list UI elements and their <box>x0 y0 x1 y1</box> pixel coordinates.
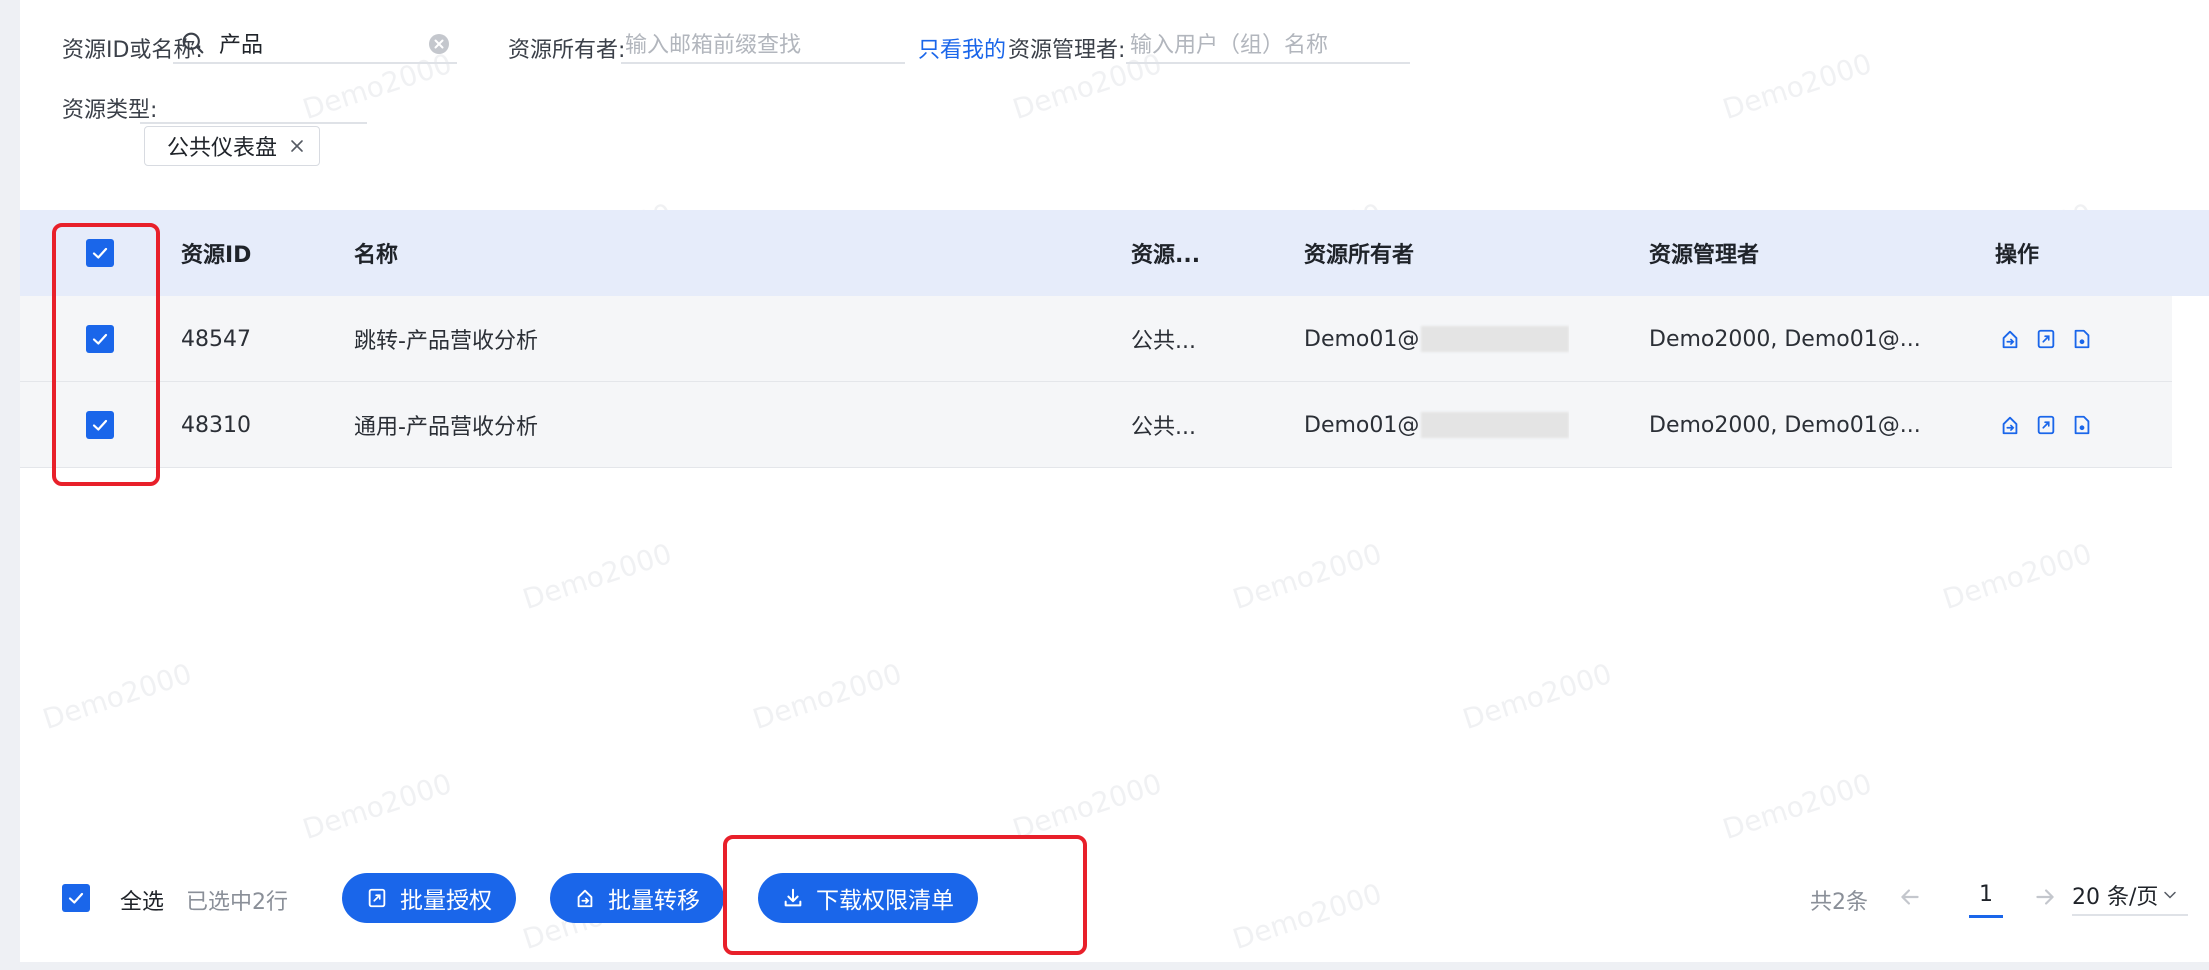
type-select[interactable] <box>140 84 367 124</box>
permission-file-icon[interactable] <box>2071 414 2093 436</box>
redacted-email <box>1421 412 1570 438</box>
row-resource-id: 48547 <box>181 326 251 352</box>
transfer-icon[interactable] <box>1999 414 2021 436</box>
row-actions <box>1999 296 2093 382</box>
select-all-checkbox[interactable] <box>62 884 90 912</box>
redacted-email <box>1421 326 1570 352</box>
resource-search-value: 产品 <box>219 33 264 58</box>
row-managers: Demo2000, Demo01@... <box>1649 412 1921 438</box>
type-tag-label: 公共仪表盘 <box>167 136 278 161</box>
col-resource-id: 资源ID <box>181 243 252 268</box>
batch-transfer-label: 批量转移 <box>608 888 700 914</box>
permissions-panel: Demo2000 Demo2000 Demo2000 Demo2000 Demo2000… <box>20 0 2209 962</box>
grant-icon <box>368 888 386 908</box>
next-page-icon[interactable] <box>2032 884 2058 910</box>
page-size-select[interactable]: 20 条/页 <box>2072 876 2188 916</box>
watermark-text: Demo2000 <box>518 536 676 617</box>
select-all-label[interactable]: 全选 <box>120 884 164 916</box>
row-name: 跳转-产品营收分析 <box>354 329 538 354</box>
type-tag: 公共仪表盘 <box>144 126 321 166</box>
table-header: 资源ID 名称 资源... 资源所有者 资源管理者 操作 <box>20 210 2209 296</box>
row-owner-text: Demo01@ <box>1304 412 1420 438</box>
row-owner-text: Demo01@ <box>1304 326 1420 352</box>
owner-filter-label: 资源所有者: <box>508 38 626 63</box>
row-managers: Demo2000, Demo01@... <box>1649 326 1921 352</box>
watermark-text: Demo2000 <box>1938 536 2096 617</box>
clear-icon[interactable] <box>427 32 451 56</box>
transfer-icon[interactable] <box>1999 328 2021 350</box>
manager-search-input[interactable]: 输入用户（组）名称 <box>1126 24 1410 64</box>
row-name: 通用-产品营收分析 <box>354 415 538 440</box>
total-count: 共2条 <box>1810 890 1868 915</box>
checkbox-highlight <box>52 223 160 486</box>
watermark-text: Demo2000 <box>1458 656 1616 737</box>
watermark-text: Demo2000 <box>1228 536 1386 617</box>
grant-icon[interactable] <box>2035 414 2057 436</box>
watermark-text: Demo2000 <box>298 766 456 847</box>
resource-search-input[interactable]: 产品 <box>173 24 457 64</box>
watermark-text: Demo2000 <box>1718 46 1876 127</box>
check-icon <box>68 892 84 904</box>
transfer-icon <box>577 889 593 908</box>
owner-search-input[interactable]: 输入邮箱前缀查找 <box>621 24 905 64</box>
watermark-text: Demo2000 <box>1228 876 1386 957</box>
watermark-text: Demo2000 <box>38 656 196 737</box>
manager-filter-label: 资源管理者: <box>1008 38 1126 63</box>
watermark-text: Demo2000 <box>1718 766 1876 847</box>
search-icon <box>182 32 204 54</box>
download-highlight <box>723 835 1087 955</box>
table-row: 48547 跳转-产品营收分析 公共... Demo01@ Demo2000, … <box>20 296 2172 382</box>
row-owner: Demo01@ <box>1304 382 1570 468</box>
col-owner: 资源所有者 <box>1304 243 1415 268</box>
col-managers: 资源管理者 <box>1649 243 1760 268</box>
grant-icon[interactable] <box>2035 328 2057 350</box>
row-owner: Demo01@ <box>1304 296 1570 382</box>
batch-grant-button[interactable]: 批量授权 <box>342 873 516 923</box>
chevron-down-icon <box>2164 891 2177 899</box>
col-actions: 操作 <box>1995 243 2040 268</box>
row-type: 公共... <box>1131 329 1196 354</box>
row-type: 公共... <box>1131 415 1196 440</box>
col-name: 名称 <box>354 243 399 268</box>
selected-count: 已选中2行 <box>186 890 288 915</box>
only-mine-link[interactable]: 只看我的 <box>918 32 1006 64</box>
manager-placeholder: 输入用户（组）名称 <box>1130 33 1329 58</box>
col-type: 资源... <box>1131 243 1201 268</box>
current-page[interactable]: 1 <box>1979 882 1993 907</box>
row-resource-id: 48310 <box>181 412 251 438</box>
page-size-value: 20 条/页 <box>2072 885 2159 910</box>
permission-file-icon[interactable] <box>2071 328 2093 350</box>
batch-grant-label: 批量授权 <box>400 888 492 914</box>
watermark-text: Demo2000 <box>748 656 906 737</box>
prev-page-icon[interactable] <box>1897 884 1923 910</box>
row-actions <box>1999 382 2093 468</box>
batch-transfer-button[interactable]: 批量转移 <box>550 873 724 923</box>
close-icon[interactable] <box>289 138 305 154</box>
owner-placeholder: 输入邮箱前缀查找 <box>625 33 802 58</box>
table-row: 48310 通用-产品营收分析 公共... Demo01@ Demo2000, … <box>20 382 2172 468</box>
current-page-indicator <box>1969 915 2003 918</box>
